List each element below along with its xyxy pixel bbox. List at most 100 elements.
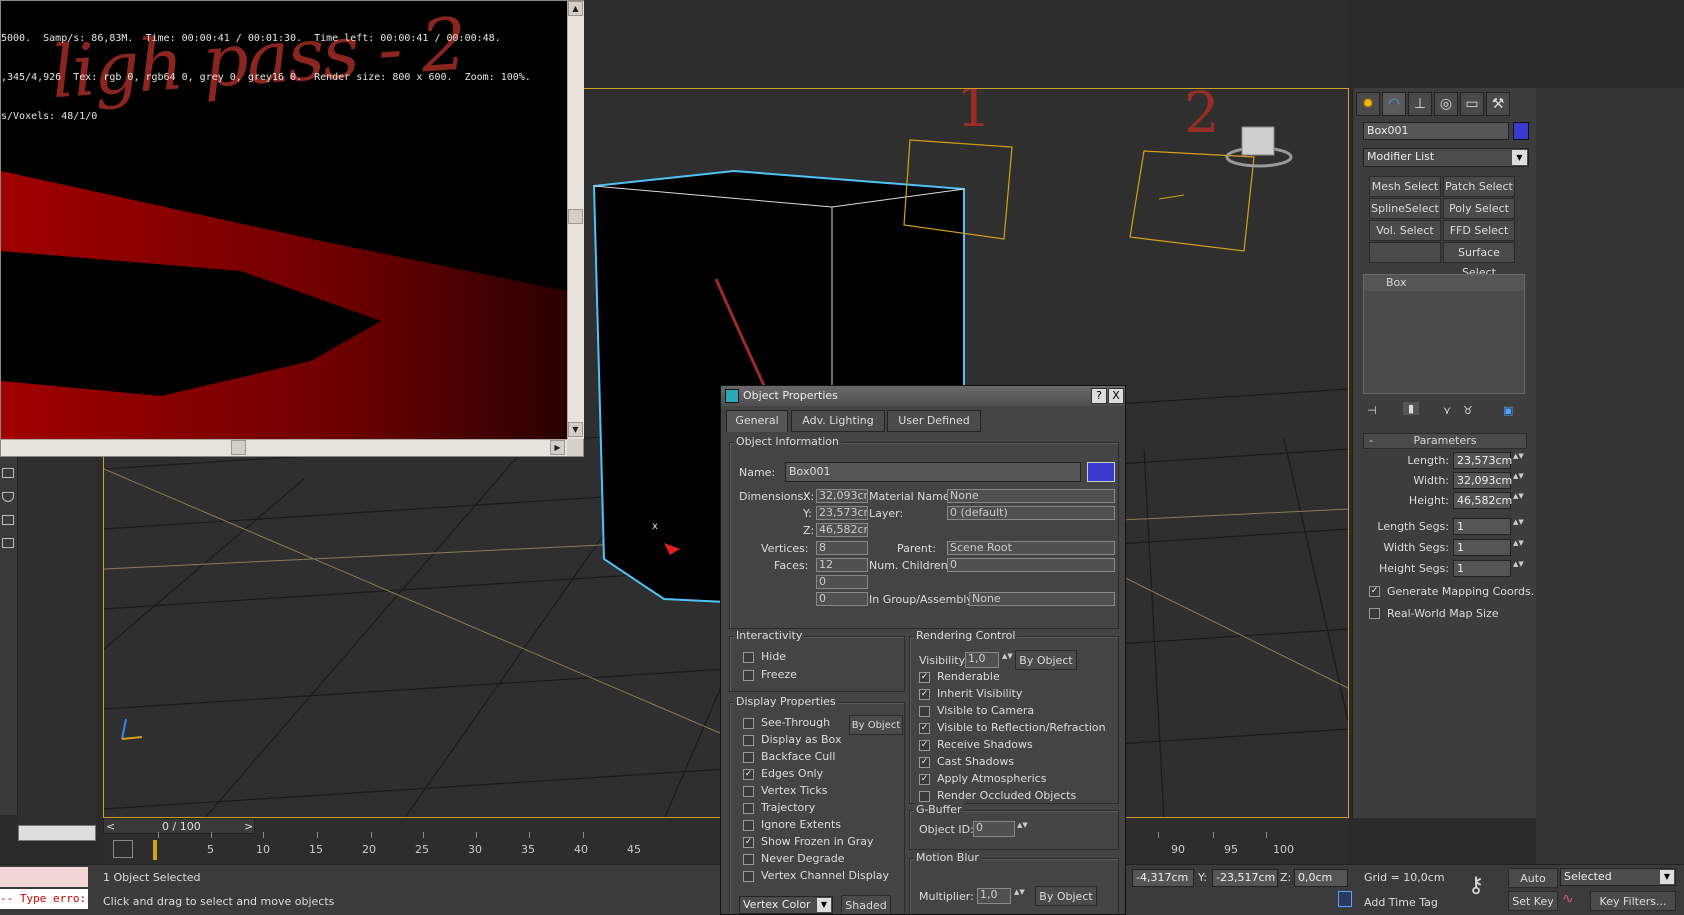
- modifier-list-dropdown[interactable]: Modifier List ▼: [1363, 148, 1529, 167]
- multiplier-field[interactable]: 1,0: [977, 888, 1011, 904]
- hierarchy-list-icon[interactable]: [2, 515, 14, 525]
- tab-general[interactable]: General: [726, 410, 788, 432]
- width-segs-field[interactable]: 1: [1453, 539, 1511, 556]
- explorer-scrollbar[interactable]: [18, 825, 96, 841]
- prev-frame-icon[interactable]: <: [106, 820, 115, 833]
- add-time-tag[interactable]: Add Time Tag: [1364, 896, 1438, 909]
- ffd-select-button[interactable]: FFD Select: [1443, 220, 1515, 241]
- patch-select-button[interactable]: Patch Select: [1443, 176, 1515, 197]
- length-field[interactable]: 23,573cm: [1453, 452, 1512, 469]
- width-spinner[interactable]: ▲▼: [1513, 472, 1524, 490]
- remove-modifier-icon[interactable]: ♉: [1463, 404, 1473, 417]
- spline-select-button[interactable]: SplineSelect: [1369, 198, 1441, 219]
- real-world-checkbox[interactable]: [1369, 608, 1380, 619]
- auto-key-button[interactable]: Auto Key: [1508, 868, 1558, 905]
- next-frame-icon[interactable]: >: [244, 820, 253, 833]
- object-properties-dialog[interactable]: Object Properties ? X General Adv. Light…: [720, 385, 1126, 915]
- key-icon[interactable]: ⚷: [1468, 873, 1484, 898]
- modify-icon[interactable]: ◠: [1382, 92, 1406, 116]
- time-slider[interactable]: < 0 / 100 >: [103, 818, 255, 834]
- display-property-checkbox[interactable]: ✓: [743, 769, 754, 780]
- render-horizontal-scrollbar[interactable]: ▶: [1, 439, 567, 456]
- motion-blur-by-object-button[interactable]: By Object: [1035, 886, 1097, 906]
- display-property-checkbox[interactable]: [743, 820, 754, 831]
- height-segs-spinner[interactable]: ▲▼: [1513, 560, 1524, 578]
- list-icon[interactable]: [2, 468, 14, 478]
- display-by-object-button[interactable]: By Object: [849, 715, 903, 735]
- render-property-checkbox[interactable]: ✓: [919, 723, 930, 734]
- surface-select-button[interactable]: Surface Select: [1443, 242, 1515, 279]
- set-key-button[interactable]: Set Key: [1508, 891, 1558, 911]
- display-property-checkbox[interactable]: [743, 786, 754, 797]
- configure-sets-icon[interactable]: ▣: [1503, 404, 1513, 417]
- z-coord-field[interactable]: 0,0cm: [1294, 869, 1348, 887]
- tab-adv-lighting[interactable]: Adv. Lighting: [791, 410, 885, 432]
- render-property-checkbox[interactable]: [919, 706, 930, 717]
- display-property-checkbox[interactable]: [743, 752, 754, 763]
- display-property-checkbox[interactable]: [743, 803, 754, 814]
- display-property-checkbox[interactable]: [743, 735, 754, 746]
- scroll-up-icon[interactable]: ▲: [568, 1, 583, 16]
- shaded-button[interactable]: Shaded: [841, 895, 891, 914]
- dialog-title-bar[interactable]: Object Properties: [721, 386, 1125, 406]
- close-button[interactable]: X: [1108, 388, 1124, 404]
- display-property-checkbox[interactable]: ✓: [743, 837, 754, 848]
- object-name-field[interactable]: Box001: [1363, 122, 1509, 140]
- display-property-checkbox[interactable]: [743, 854, 754, 865]
- visibility-spinner[interactable]: ▲▼: [1002, 652, 1013, 670]
- tab-user-defined[interactable]: User Defined: [887, 410, 981, 432]
- scroll-thumb[interactable]: [568, 209, 583, 224]
- height-spinner[interactable]: ▲▼: [1513, 492, 1524, 510]
- x-coord-field[interactable]: -4,317cm: [1132, 869, 1194, 887]
- multiplier-spinner[interactable]: ▲▼: [1014, 888, 1025, 906]
- display-icon[interactable]: ▭: [1460, 92, 1484, 116]
- display-property-checkbox[interactable]: [743, 871, 754, 882]
- vertex-color-dropdown[interactable]: Vertex Color ▼: [739, 896, 833, 914]
- create-icon[interactable]: ✹: [1356, 92, 1380, 116]
- filter-icon[interactable]: [2, 492, 14, 502]
- scroll-thumb-h[interactable]: [231, 440, 246, 455]
- utilities-icon[interactable]: ⚒: [1486, 92, 1510, 116]
- render-property-checkbox[interactable]: ✓: [919, 757, 930, 768]
- y-coord-field[interactable]: -23,517cm: [1212, 869, 1278, 887]
- render-frame-window[interactable]: ligh pass - 2 5000. Samp/s: 86,83M. Time…: [0, 0, 584, 457]
- key-selection-dropdown[interactable]: Selected ▼: [1560, 868, 1676, 886]
- name-field[interactable]: Box001: [785, 462, 1081, 482]
- render-property-checkbox[interactable]: ✓: [919, 740, 930, 751]
- parameters-rollout-header[interactable]: - Parameters: [1363, 433, 1527, 449]
- chevron-down-icon[interactable]: ▼: [817, 898, 831, 912]
- render-vertical-scrollbar[interactable]: ▲ ▼: [567, 1, 584, 439]
- length-segs-field[interactable]: 1: [1453, 518, 1511, 535]
- key-filters-button[interactable]: Key Filters...: [1590, 891, 1676, 911]
- chevron-down-icon[interactable]: ▼: [1660, 870, 1674, 884]
- motion-icon[interactable]: ◎: [1434, 92, 1458, 116]
- object-id-field[interactable]: 0: [973, 821, 1015, 837]
- vol-select-button[interactable]: Vol. Select: [1369, 220, 1441, 241]
- curve-editor-icon[interactable]: [113, 840, 133, 858]
- hide-checkbox[interactable]: [743, 652, 754, 663]
- hierarchy-icon[interactable]: ⊥: [1408, 92, 1432, 116]
- render-property-checkbox[interactable]: ✓: [919, 774, 930, 785]
- freeze-checkbox[interactable]: [743, 670, 754, 681]
- scroll-down-icon[interactable]: ▼: [568, 422, 583, 437]
- object-color-swatch[interactable]: [1087, 462, 1115, 482]
- width-field[interactable]: 32,093cm: [1453, 472, 1512, 489]
- length-segs-spinner[interactable]: ▲▼: [1513, 518, 1524, 536]
- display-property-checkbox[interactable]: [743, 718, 754, 729]
- length-spinner[interactable]: ▲▼: [1513, 452, 1524, 470]
- time-marker[interactable]: [153, 840, 157, 860]
- maxscript-listener-top[interactable]: [0, 867, 88, 887]
- modifier-stack[interactable]: Box: [1363, 274, 1525, 394]
- mesh-select-button[interactable]: Mesh Select: [1369, 176, 1441, 197]
- render-property-checkbox[interactable]: ✓: [919, 689, 930, 700]
- make-unique-icon[interactable]: ⋎: [1443, 404, 1451, 417]
- maxscript-listener[interactable]: -- Type erro:: [0, 889, 88, 909]
- visibility-field[interactable]: 1,0: [965, 652, 999, 668]
- width-segs-spinner[interactable]: ▲▼: [1513, 539, 1524, 557]
- height-segs-field[interactable]: 1: [1453, 560, 1511, 577]
- show-end-result-icon[interactable]: ▮: [1403, 402, 1419, 415]
- empty-modifier-button[interactable]: [1369, 242, 1441, 263]
- render-property-checkbox[interactable]: ✓: [919, 672, 930, 683]
- properties-icon[interactable]: [2, 538, 14, 548]
- pin-stack-icon[interactable]: ⊣: [1367, 404, 1377, 417]
